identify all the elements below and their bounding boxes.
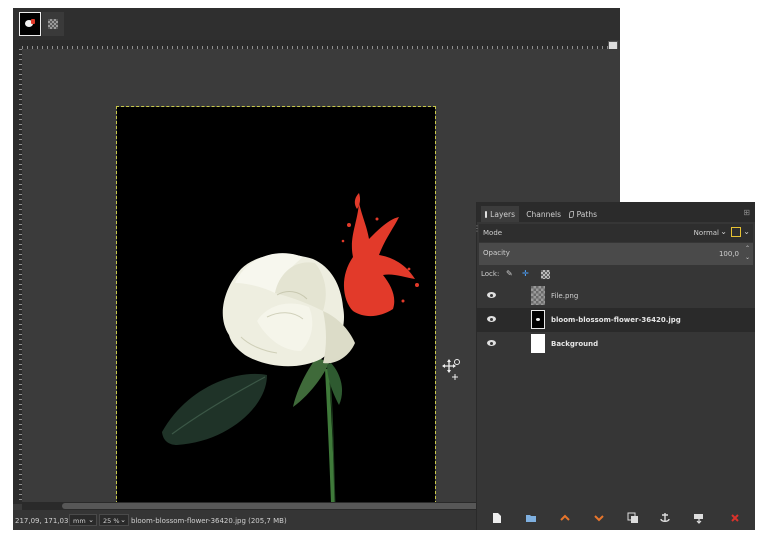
layers-dock: Layers Channels Paths ⊞ ⋮ Mode Normal ⌄ … [473,202,755,530]
layer-row[interactable]: Background [477,332,755,356]
image-tabs-bar [13,8,620,40]
mode-label: Mode [483,229,503,237]
dock-menu-icon[interactable]: ⊞ [743,208,750,217]
opacity-label: Opacity [483,249,510,257]
layer-name[interactable]: File.png [551,292,578,300]
chevron-down-icon[interactable]: ⌄ [743,227,750,236]
anchor-layer-icon[interactable] [659,512,671,524]
mode-select[interactable]: Normal [694,229,719,237]
lower-layer-icon[interactable] [593,512,605,524]
paths-icon [569,210,574,218]
image-tab-rose[interactable] [19,12,41,36]
chevron-down-icon: ⌄ [88,516,94,524]
checker-thumbnail [48,19,58,29]
chevron-down-icon: ⌄ [120,516,126,524]
layer-thumbnail [531,286,545,305]
file-info: bloom-blossom-flower-36420.jpg (205,7 MB… [131,517,287,525]
ruler-corner [13,40,22,49]
image-tab-file[interactable] [42,12,64,36]
lock-label: Lock: [481,270,500,278]
eye-icon[interactable] [487,340,496,346]
unit-select[interactable]: mm ⌄ [69,514,97,526]
layer-name[interactable]: bloom-blossom-flower-36420.jpg [551,316,681,324]
layer-thumbnail [531,334,545,353]
pointer-coordinates: 217,09, 171,03 [15,517,69,525]
layer-row[interactable]: File.png [477,284,755,308]
move-cursor-icon [442,359,460,380]
lock-alpha-icon[interactable] [541,270,550,279]
lock-position-icon[interactable]: ✛ [522,269,529,278]
tab-paths[interactable]: Paths [565,206,601,222]
unit-value: mm [73,517,86,525]
desktop-background [620,8,768,204]
rose-image [162,193,419,502]
spin-arrows-icon[interactable]: ⌃ ⌄ [745,244,750,262]
layer-row-selected[interactable]: bloom-blossom-flower-36420.jpg [477,308,755,332]
eye-icon[interactable] [487,316,496,322]
lock-row: Lock: ✎ ✛ [479,266,753,282]
tab-channels-label: Channels [526,209,561,219]
layer-actions-bar [477,506,755,530]
delete-layer-icon[interactable] [729,512,741,524]
dock-tabs: Layers Channels Paths ⊞ [477,202,755,222]
splash-thumbnail [31,19,35,24]
tab-paths-label: Paths [576,209,597,219]
eye-icon[interactable] [487,292,496,298]
tab-layers-label: Layers [490,209,515,219]
horizontal-ruler[interactable] [22,40,610,49]
merge-down-icon[interactable] [693,512,705,524]
raise-layer-icon[interactable] [559,512,571,524]
layer-thumbnail [531,310,545,329]
zoom-select[interactable]: 25 % ⌄ [99,514,129,526]
layer-name[interactable]: Background [551,340,598,348]
new-layer-icon[interactable] [491,512,503,524]
lock-pixels-icon[interactable]: ✎ [506,269,513,278]
mode-row: Mode Normal ⌄ ⌄ [479,224,753,242]
mode-switch-icon[interactable] [731,227,741,237]
chevron-down-icon[interactable]: ⌄ [720,227,727,236]
tab-channels[interactable]: Channels [519,206,565,222]
opacity-slider[interactable]: Opacity 100,0 ⌃ ⌄ [479,243,753,265]
layers-list[interactable]: File.png bloom-blossom-flower-36420.jpg … [477,284,755,506]
tab-layers[interactable]: Layers [481,206,519,222]
zoom-value: 25 % [103,517,120,525]
vertical-ruler[interactable] [13,49,22,504]
image-canvas[interactable] [116,106,436,502]
opacity-value[interactable]: 100,0 [719,250,739,258]
duplicate-layer-icon[interactable] [627,512,639,524]
layers-icon [485,210,488,218]
new-layer-group-icon[interactable] [525,512,537,524]
